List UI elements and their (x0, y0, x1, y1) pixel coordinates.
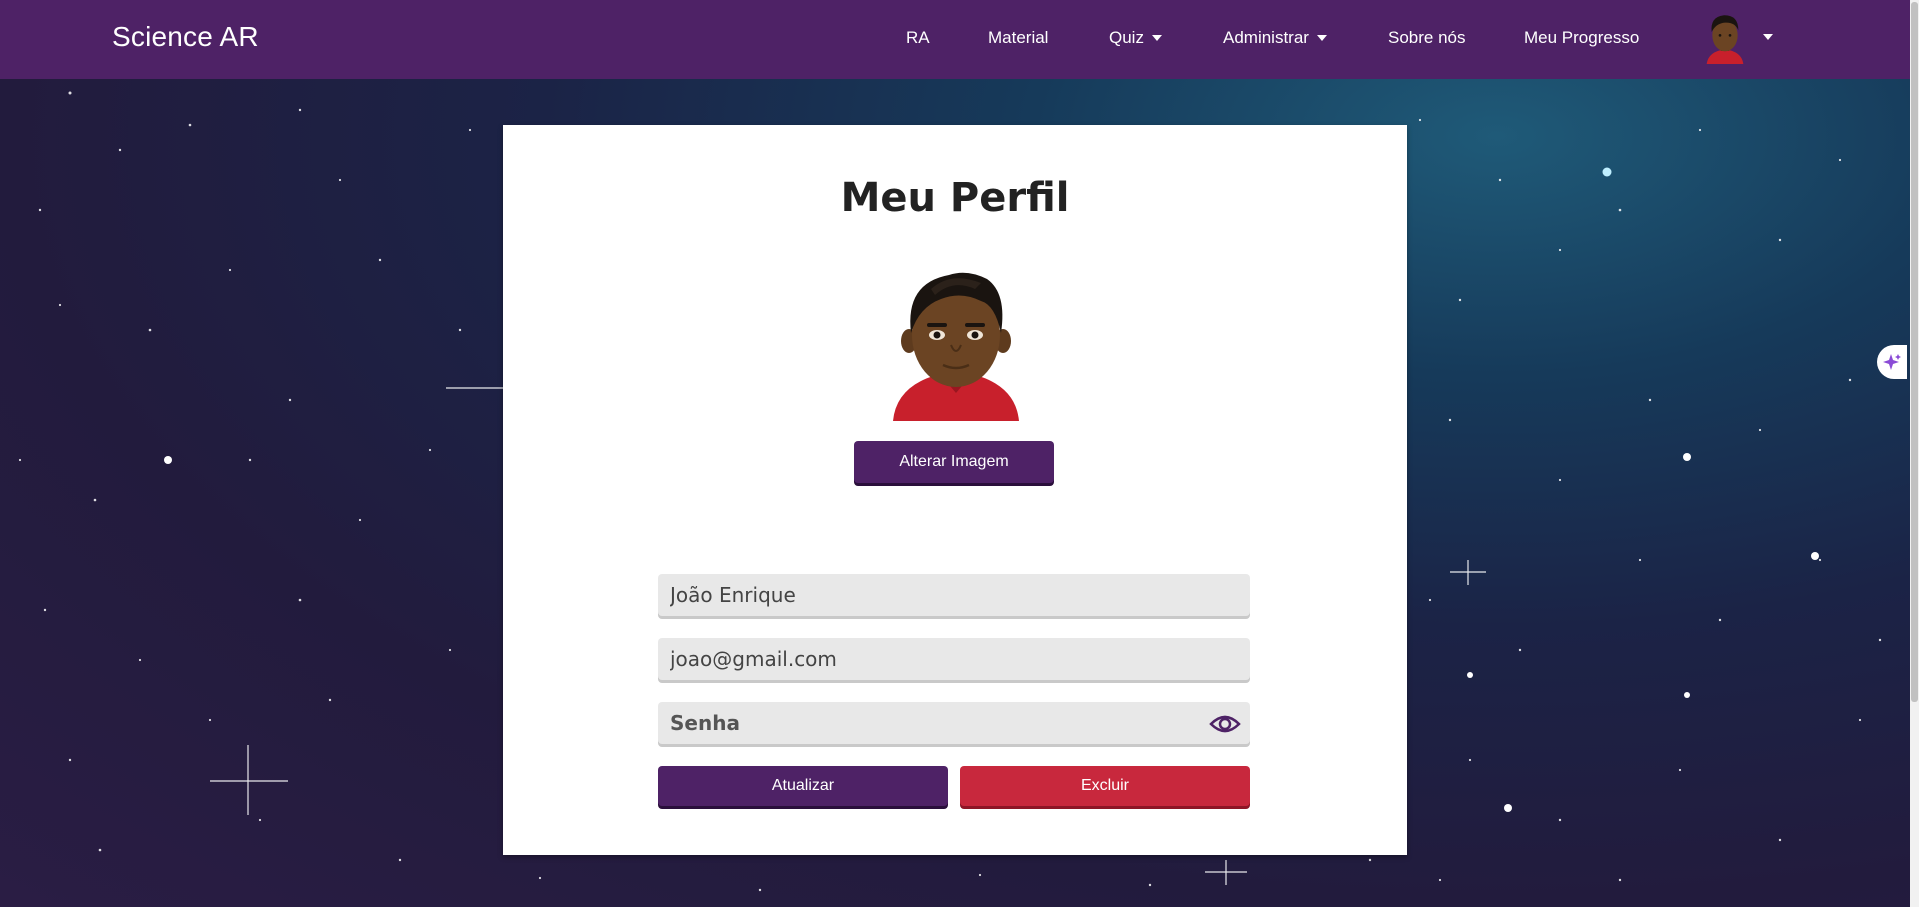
sparkle-icon (1883, 354, 1901, 370)
nav-item-administrar[interactable]: Administrar (1223, 28, 1327, 48)
scrollbar-thumb[interactable] (1911, 2, 1918, 702)
change-image-button[interactable]: Alterar Imagem (854, 441, 1054, 483)
password-field[interactable] (658, 702, 1250, 744)
nav-item-sobre-nos[interactable]: Sobre nós (1388, 28, 1466, 48)
nav-item-label: Administrar (1223, 28, 1309, 47)
nav-item-label: Meu Progresso (1524, 28, 1640, 47)
delete-button[interactable]: Excluir (960, 766, 1250, 806)
nav-item-material[interactable]: Material (988, 28, 1048, 48)
nav-item-label: Material (988, 28, 1049, 47)
brand-logo[interactable]: Science AR (112, 21, 259, 53)
top-navbar: Science AR RA Material Quiz Administrar … (0, 0, 1919, 79)
nav-item-meu-progresso[interactable]: Meu Progresso (1524, 28, 1639, 48)
nav-item-quiz[interactable]: Quiz (1109, 28, 1162, 48)
nav-item-label: RA (906, 28, 930, 47)
nav-item-label: Quiz (1109, 28, 1144, 47)
page-title: Meu Perfil (840, 175, 1070, 221)
chevron-down-icon (1151, 35, 1162, 41)
user-avatar[interactable] (1700, 12, 1750, 64)
side-assistant-tab[interactable] (1877, 345, 1907, 379)
email-field[interactable] (658, 638, 1250, 680)
name-field[interactable] (658, 574, 1250, 616)
chevron-down-icon[interactable] (1763, 34, 1773, 40)
nav-item-ra[interactable]: RA (906, 28, 930, 48)
nav-item-label: Sobre nós (1388, 28, 1466, 47)
profile-card: Meu Perfil Alterar Imagem Atualizar Excl… (503, 125, 1407, 855)
profile-avatar (893, 272, 1019, 421)
update-button[interactable]: Atualizar (658, 766, 948, 806)
chevron-down-icon (1316, 35, 1327, 41)
eye-icon[interactable] (1209, 708, 1241, 740)
